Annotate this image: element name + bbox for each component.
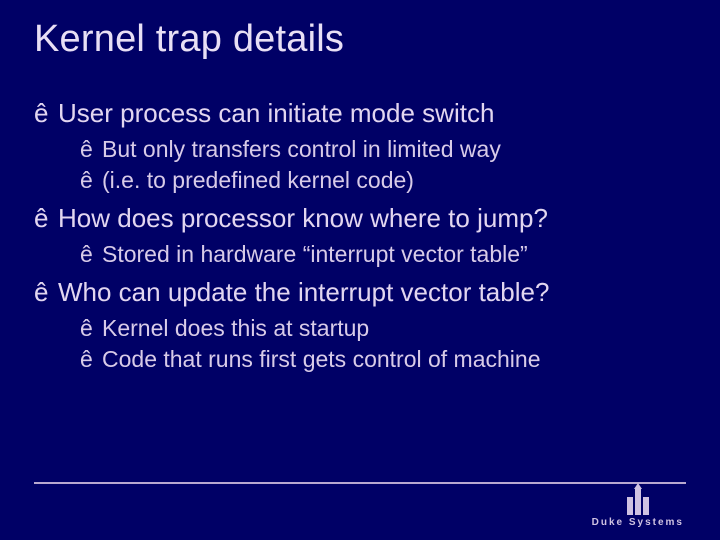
bullet-text: (i.e. to predefined kernel code) [102,167,414,193]
list-item: Code that runs first gets control of mac… [58,344,686,375]
slide-title: Kernel trap details [34,18,686,61]
divider [34,482,686,484]
bullet-text: Code that runs first gets control of mac… [102,346,541,372]
sub-list: But only transfers control in limited wa… [58,134,686,196]
bullet-text: But only transfers control in limited wa… [102,136,501,162]
list-item: But only transfers control in limited wa… [58,134,686,165]
logo-icon [627,489,649,515]
bullet-list: User process can initiate mode switch Bu… [34,97,686,375]
bullet-text: Stored in hardware “interrupt vector tab… [102,241,528,267]
list-item: (i.e. to predefined kernel code) [58,165,686,196]
list-item: User process can initiate mode switch Bu… [34,97,686,196]
list-item: Stored in hardware “interrupt vector tab… [58,239,686,270]
brand-logo: Duke Systems [592,489,684,528]
brand-text: Duke Systems [592,517,684,528]
list-item: Who can update the interrupt vector tabl… [34,276,686,375]
list-item: How does processor know where to jump? S… [34,202,686,270]
bullet-text: User process can initiate mode switch [58,98,494,128]
sub-list: Stored in hardware “interrupt vector tab… [58,239,686,270]
bullet-text: Who can update the interrupt vector tabl… [58,277,549,307]
bullet-text: How does processor know where to jump? [58,203,548,233]
slide: Kernel trap details User process can ini… [0,0,720,540]
bullet-text: Kernel does this at startup [102,315,369,341]
sub-list: Kernel does this at startup Code that ru… [58,313,686,375]
list-item: Kernel does this at startup [58,313,686,344]
